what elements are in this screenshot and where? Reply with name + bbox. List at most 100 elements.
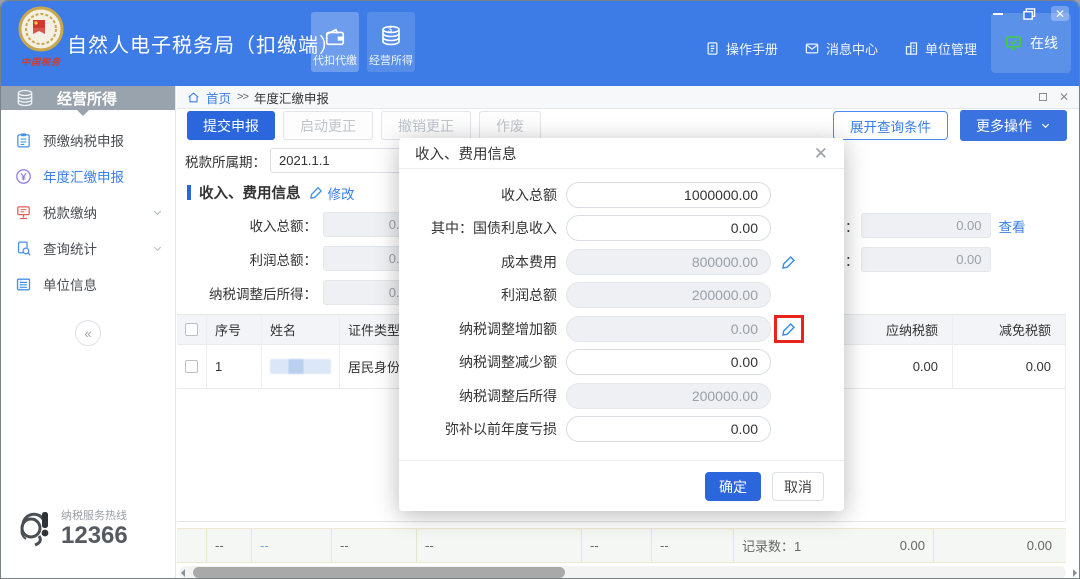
prior-year-loss-input[interactable] — [566, 416, 771, 442]
field-label: 纳税调整减少额 — [407, 352, 557, 372]
sidebar-item-tax-payment[interactable]: 税款缴纳 — [1, 194, 175, 230]
module-tabs: 代扣代缴 $ 经营所得 — [311, 12, 415, 72]
breadcrumb: 首页 >> 年度汇缴申报 ✕ — [177, 86, 1079, 109]
menu-label: 消息中心 — [826, 39, 878, 58]
field-label: 纳税调整后所得： — [182, 283, 317, 303]
field-adjusted-income: 纳税调整后所得： 0.00 — [182, 280, 423, 305]
tab-label: 代扣代缴 — [313, 52, 357, 68]
pencil-icon — [781, 321, 797, 337]
redacted-name — [270, 359, 331, 374]
building-icon — [904, 41, 919, 56]
modal-field-adjust-decrease: 纳税调整减少额 — [399, 346, 844, 380]
menu-manual[interactable]: 操作手册 — [705, 39, 778, 58]
modify-label: 修改 — [328, 183, 355, 203]
online-status[interactable]: 在线 — [991, 13, 1071, 73]
invalidate-button[interactable]: 作废 — [479, 111, 541, 140]
scrollbar-thumb[interactable] — [193, 567, 565, 578]
row-checkbox[interactable] — [185, 360, 198, 373]
submit-declare-button[interactable]: 提交申报 — [187, 111, 275, 140]
cost-expense-input — [566, 249, 771, 275]
start-correction-button[interactable]: 启动更正 — [283, 111, 373, 140]
clipboard-icon — [15, 132, 32, 149]
modal-close-icon[interactable]: ✕ — [814, 145, 828, 162]
income-section-header: 收入、费用信息 修改 — [187, 182, 355, 203]
field-label: 纳税调整后所得 — [407, 386, 557, 406]
scroll-left-icon[interactable] — [181, 569, 185, 577]
field-label: 收入总额： — [182, 215, 317, 235]
modal-field-prior-year-loss: 弥补以前年度亏损 — [399, 413, 844, 447]
summary-tax-relief: 0.00 — [934, 529, 1066, 562]
top-menu: 操作手册 消息中心 单位管理 — [705, 39, 977, 58]
tab-withholding[interactable]: 代扣代缴 — [311, 12, 359, 72]
field-label: ： — [845, 250, 859, 270]
wallet-icon — [324, 26, 346, 48]
adjust-decrease-input[interactable] — [566, 349, 771, 375]
list-icon — [15, 276, 32, 293]
minimize-button[interactable] — [989, 6, 1007, 21]
section-accent-bar — [187, 185, 191, 200]
summary-cell: -- — [207, 529, 252, 562]
page-close-icon[interactable]: ✕ — [1059, 90, 1069, 104]
menu-message-center[interactable]: 消息中心 — [804, 39, 878, 58]
app-title: 自然人电子税务局（扣缴端） — [67, 29, 340, 58]
horizontal-scrollbar[interactable] — [179, 566, 1066, 579]
cancel-button[interactable]: 取消 — [772, 472, 824, 501]
yen-circle-icon — [15, 168, 32, 185]
sidebar-item-prepay-declare[interactable]: 预缴纳税申报 — [1, 122, 175, 158]
page-maximize-icon[interactable] — [1039, 93, 1047, 101]
sidebar-item-org-info[interactable]: 单位信息 — [1, 266, 175, 302]
tab-business-income[interactable]: $ 经营所得 — [367, 12, 415, 72]
toolbar-right: 展开查询条件 更多操作 — [833, 110, 1067, 141]
field-label: 收入总额 — [407, 185, 557, 205]
sidebar-header: 经营所得 — [1, 86, 175, 110]
adjust-increase-edit-button-highlighted[interactable] — [777, 318, 801, 340]
close-button[interactable]: ✕ — [1051, 6, 1069, 21]
revoke-correction-button[interactable]: 撤销更正 — [381, 111, 471, 140]
coins-icon — [15, 88, 35, 108]
tax-period-value: 2021.1.1 — [279, 153, 401, 168]
field-label: 纳税调整增加额 — [407, 319, 557, 339]
page-controls: ✕ — [1039, 90, 1069, 104]
home-icon — [187, 91, 200, 104]
confirm-button[interactable]: 确定 — [705, 472, 761, 501]
summary-cell: -- — [332, 529, 417, 562]
online-monitor-icon — [1004, 34, 1023, 52]
tax-bureau-logo: 中国税务 — [13, 6, 69, 68]
sidebar-item-annual-declare[interactable]: 年度汇缴申报 — [1, 158, 175, 194]
income-expense-modal: 收入、费用信息 ✕ 收入总额 其中：国债利息收入 成本费用 — [399, 138, 844, 511]
cost-expense-edit-button[interactable] — [777, 251, 801, 273]
total-income-input[interactable] — [566, 182, 771, 208]
sidebar-item-label: 税款缴纳 — [43, 202, 141, 222]
expand-query-button[interactable]: 展开查询条件 — [833, 111, 948, 140]
sidebar-collapse-button[interactable]: « — [75, 320, 101, 346]
tab-label: 经营所得 — [369, 52, 413, 68]
summary-tax-payable: 0.00 — [900, 538, 925, 553]
field-label: ： — [845, 216, 859, 236]
cell-index: 1 — [207, 345, 262, 389]
coins-icon: $ — [379, 24, 403, 48]
field-value: 0.00 — [861, 213, 991, 238]
sidebar-item-query-statistics[interactable]: 查询统计 — [1, 230, 175, 266]
modal-body: 收入总额 其中：国债利息收入 成本费用 利润总额 — [399, 169, 844, 446]
hotline: 纳税服务热线 12366 — [13, 504, 128, 550]
modal-field-treasury-interest: 其中：国债利息收入 — [399, 212, 844, 246]
doc-search-icon — [15, 240, 32, 257]
online-label: 在线 — [1030, 33, 1058, 53]
more-actions-button[interactable]: 更多操作 — [960, 110, 1067, 141]
select-all-checkbox[interactable] — [185, 323, 198, 336]
view-link[interactable]: 查看 — [999, 216, 1026, 236]
menu-label: 单位管理 — [925, 39, 977, 58]
sidebar-menu: 预缴纳税申报 年度汇缴申报 税款缴纳 — [1, 122, 175, 302]
menu-org-management[interactable]: 单位管理 — [904, 39, 977, 58]
titlebar: 中国税务 自然人电子税务局（扣缴端） 代扣代缴 $ — [1, 1, 1079, 86]
total-profit-input — [566, 282, 771, 308]
field-label: 成本费用 — [407, 252, 557, 272]
breadcrumb-home[interactable]: 首页 — [206, 88, 231, 107]
modify-link[interactable]: 修改 — [309, 183, 355, 203]
treasury-interest-input[interactable] — [566, 215, 771, 241]
breadcrumb-separator: >> — [237, 91, 248, 103]
scroll-right-icon[interactable] — [1073, 569, 1077, 577]
more-actions-label: 更多操作 — [976, 116, 1032, 136]
maximize-button[interactable] — [1020, 6, 1038, 21]
field-label: 利润总额： — [182, 249, 317, 269]
